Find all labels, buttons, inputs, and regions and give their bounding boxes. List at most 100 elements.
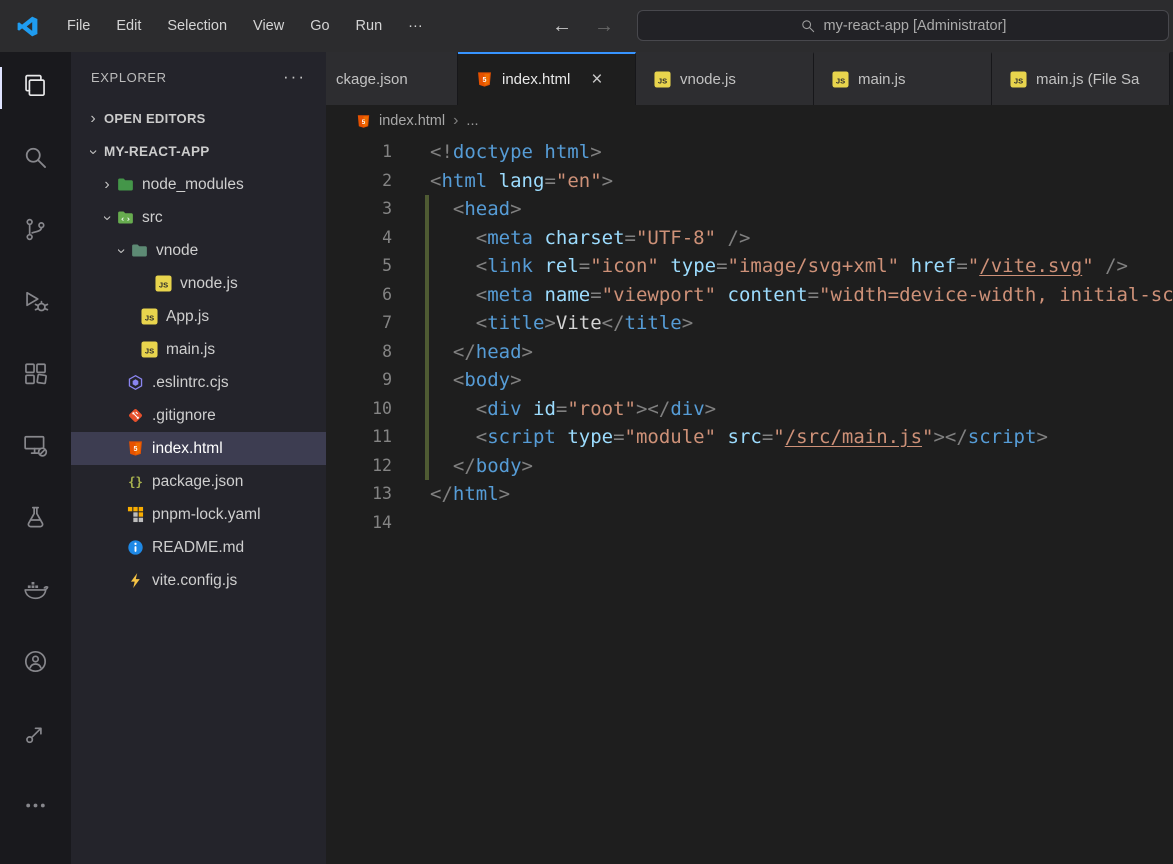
menu-item-view[interactable]: View — [240, 0, 297, 52]
code-line[interactable]: 7 <title>Vite</title> — [326, 309, 1173, 338]
tree-item-readme-md[interactable]: README.md — [71, 531, 326, 564]
activity-item-accounts[interactable] — [0, 628, 71, 700]
menu-item-file[interactable]: File — [54, 0, 103, 52]
tab-label: vnode.js — [680, 71, 736, 88]
code-line[interactable]: 10 <div id="root"></div> — [326, 395, 1173, 424]
line-number[interactable]: 4 — [326, 224, 392, 253]
menu-item-run[interactable]: Run — [343, 0, 396, 52]
chevron-down-icon: › — [99, 208, 115, 228]
command-center-search[interactable]: my-react-app [Administrator] — [637, 10, 1169, 41]
gutter-modified-indicator — [425, 395, 429, 424]
line-number[interactable]: 8 — [326, 338, 392, 367]
js-icon: JS — [654, 71, 671, 88]
line-number[interactable]: 13 — [326, 480, 392, 509]
menu-item-go[interactable]: Go — [297, 0, 342, 52]
more-actions-icon[interactable]: ··· — [283, 67, 306, 87]
back-arrow-icon[interactable]: ← — [552, 15, 572, 38]
code-line[interactable]: 6 <meta name="viewport" content="width=d… — [326, 281, 1173, 310]
html-icon: 5 — [476, 71, 493, 88]
tree-item-src[interactable]: ›src — [71, 201, 326, 234]
gutter-modified-indicator — [425, 309, 429, 338]
section-open-editors[interactable]: › OPEN EDITORS — [71, 102, 326, 135]
line-number[interactable]: 7 — [326, 309, 392, 338]
code-line[interactable]: 4 <meta charset="UTF-8" /> — [326, 224, 1173, 253]
menu-item-selection[interactable]: Selection — [154, 0, 240, 52]
line-number[interactable]: 1 — [326, 138, 392, 167]
code-line-content: </body> — [392, 452, 533, 481]
tree-item-package-json[interactable]: {}package.json — [71, 465, 326, 498]
code-line[interactable]: 3 <head> — [326, 195, 1173, 224]
tab-index-html[interactable]: 5 index.html × — [458, 52, 636, 105]
tree-item-vnode-js[interactable]: JSvnode.js — [71, 267, 326, 300]
tree-item-label: vnode — [156, 242, 198, 260]
line-number[interactable]: 3 — [326, 195, 392, 224]
line-number[interactable]: 2 — [326, 167, 392, 196]
line-number[interactable]: 6 — [326, 281, 392, 310]
breadcrumb[interactable]: 5 index.html › ... — [326, 105, 1173, 137]
code-line[interactable]: 9 <body> — [326, 366, 1173, 395]
svg-text:5: 5 — [483, 76, 487, 84]
tree-item-index-html[interactable]: 5index.html — [71, 432, 326, 465]
line-number[interactable]: 9 — [326, 366, 392, 395]
html-icon: 5 — [356, 114, 371, 129]
code-area: 1<!doctype html>2<html lang="en">3 <head… — [326, 137, 1173, 864]
title-bar: FileEditSelectionViewGoRun··· ← → my-rea… — [0, 0, 1173, 52]
forward-arrow-icon[interactable]: → — [594, 15, 614, 38]
activity-item-extensions[interactable] — [0, 340, 71, 412]
section-project-root[interactable]: › MY-REACT-APP — [71, 135, 326, 168]
js-icon: JS — [155, 275, 172, 292]
code-line[interactable]: 1<!doctype html> — [326, 138, 1173, 167]
code-line[interactable]: 13</html> — [326, 480, 1173, 509]
tree-item-label: .gitignore — [152, 407, 216, 425]
tree-item-main-js[interactable]: JSmain.js — [71, 333, 326, 366]
editor-area: ckage.json 5 index.html × JS vnode.js JSmain.j… — [326, 52, 1173, 864]
line-number[interactable]: 5 — [326, 252, 392, 281]
tree-item-gitignore[interactable]: .gitignore — [71, 399, 326, 432]
code-line[interactable]: 5 <link rel="icon" type="image/svg+xml" … — [326, 252, 1173, 281]
menu-item-more[interactable]: ··· — [395, 0, 436, 52]
activity-item-live-share[interactable] — [0, 700, 71, 772]
activity-item-search[interactable] — [0, 124, 71, 196]
code-line[interactable]: 14 — [326, 509, 1173, 538]
breadcrumb-separator-icon: › — [453, 112, 458, 130]
code-line[interactable]: 2<html lang="en"> — [326, 167, 1173, 196]
svg-text:JS: JS — [159, 280, 168, 289]
tab-main-js-file-sa[interactable]: JSmain.js (File Sa — [992, 52, 1170, 105]
activity-item-explorer[interactable] — [0, 52, 71, 124]
tree-item-app-js[interactable]: JSApp.js — [71, 300, 326, 333]
tab-label: index.html — [502, 71, 570, 88]
breadcrumb-more[interactable]: ... — [466, 113, 478, 129]
tab-main-js[interactable]: JSmain.js — [814, 52, 992, 105]
line-number[interactable]: 14 — [326, 509, 392, 538]
js-icon: JS — [1010, 71, 1027, 88]
line-number[interactable]: 12 — [326, 452, 392, 481]
tree-item-node-modules[interactable]: ›node_modules — [71, 168, 326, 201]
tab-ckage-json[interactable]: ckage.json — [326, 52, 458, 105]
breadcrumb-file[interactable]: index.html — [379, 113, 445, 129]
close-icon[interactable]: × — [591, 70, 602, 89]
activity-item-remote-explorer[interactable] — [0, 412, 71, 484]
line-number[interactable]: 10 — [326, 395, 392, 424]
source-control-icon — [22, 216, 49, 248]
tree-item-eslintrc-cjs[interactable]: .eslintrc.cjs — [71, 366, 326, 399]
code-line[interactable]: 12 </body> — [326, 452, 1173, 481]
open-editors-label: OPEN EDITORS — [101, 111, 206, 126]
activity-item-source-control[interactable] — [0, 196, 71, 268]
search-icon — [22, 144, 49, 176]
tree-item-pnpm-lock-yaml[interactable]: pnpm-lock.yaml — [71, 498, 326, 531]
line-number[interactable]: 11 — [326, 423, 392, 452]
code-line-content: </head> — [392, 338, 533, 367]
activity-item-docker[interactable] — [0, 556, 71, 628]
activity-item-more[interactable] — [0, 772, 71, 844]
activity-item-run-debug[interactable] — [0, 268, 71, 340]
tree-item-label: App.js — [166, 308, 209, 326]
menu-item-edit[interactable]: Edit — [103, 0, 154, 52]
tab-vnode-js[interactable]: JS vnode.js — [636, 52, 814, 105]
code-line[interactable]: 8 </head> — [326, 338, 1173, 367]
html-icon: 5 — [127, 440, 144, 457]
code-line[interactable]: 11 <script type="module" src="/src/main.… — [326, 423, 1173, 452]
tree-item-vnode[interactable]: ›vnode — [71, 234, 326, 267]
svg-text:5: 5 — [134, 445, 138, 453]
tree-item-vite-config-js[interactable]: vite.config.js — [71, 564, 326, 597]
activity-item-testing[interactable] — [0, 484, 71, 556]
